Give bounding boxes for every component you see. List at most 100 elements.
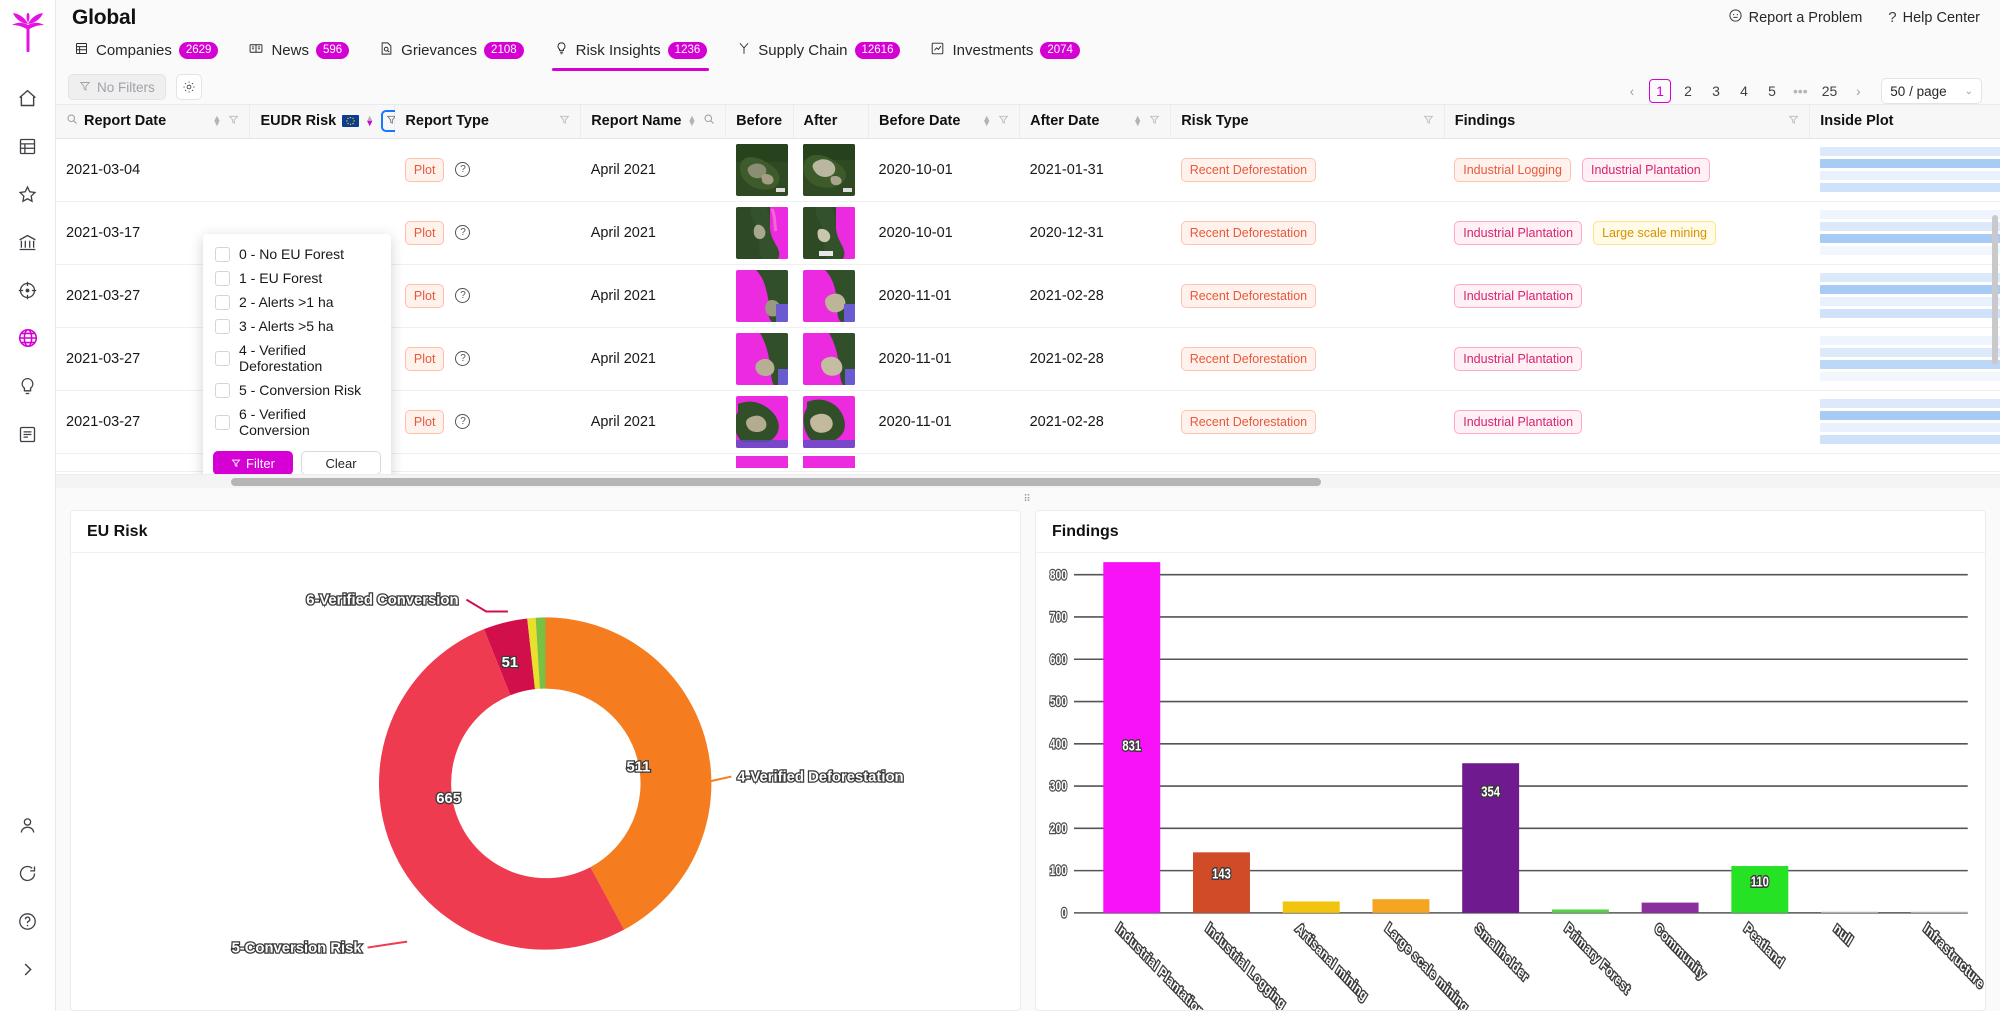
checkbox-icon[interactable] <box>215 294 230 310</box>
sidebar-item-location[interactable] <box>8 270 48 310</box>
bar-null[interactable] <box>1821 911 1879 913</box>
filter-option-1[interactable]: 1 - EU Forest <box>203 266 391 290</box>
sidebar-item-profile[interactable] <box>8 805 48 845</box>
col-after-date[interactable]: After Date ▲ ▼ <box>1019 105 1171 139</box>
bar-infrastructure[interactable] <box>1910 911 1968 913</box>
sidebar-item-home[interactable] <box>8 78 48 118</box>
bar-industrial-logging[interactable] <box>1193 852 1250 913</box>
bar-primary-forest[interactable] <box>1551 909 1609 913</box>
col-inside-plot[interactable]: Inside Plot <box>1809 105 2000 139</box>
filter-option-4[interactable]: 4 - Verified Deforestation <box>203 338 391 378</box>
cell-after-image[interactable] <box>793 327 869 391</box>
col-risk-type[interactable]: Risk Type <box>1170 105 1445 139</box>
page-3-button[interactable]: 3 <box>1705 79 1727 103</box>
page-ellipsis[interactable]: ••• <box>1789 79 1812 103</box>
checkbox-icon[interactable] <box>215 246 230 262</box>
cell-before-image[interactable] <box>725 201 793 265</box>
report-type-tag[interactable]: Plot <box>404 220 445 245</box>
cell-after-image[interactable] <box>793 390 869 454</box>
tab-companies[interactable]: Companies 2629 <box>72 36 220 71</box>
page-2-button[interactable]: 2 <box>1677 79 1699 103</box>
finding-tag[interactable]: Industrial Plantation <box>1454 346 1583 371</box>
checkbox-icon[interactable] <box>215 350 230 366</box>
finding-tag[interactable]: Large scale mining <box>1593 220 1716 245</box>
page-1-button[interactable]: 1 <box>1649 79 1671 103</box>
col-before[interactable]: Before <box>725 105 793 139</box>
bar-artisanal-mining[interactable] <box>1282 901 1340 913</box>
risk-type-tag[interactable]: Recent Deforestation <box>1180 409 1317 434</box>
filter-icon[interactable] <box>1423 113 1434 129</box>
col-report-date[interactable]: Report Date ▲ ▼ <box>56 105 250 139</box>
checkbox-icon[interactable] <box>215 414 230 430</box>
col-eudr-risk[interactable]: EUDR Risk ▲ ▼ <box>249 105 403 139</box>
clear-filter-button[interactable]: Clear <box>301 451 381 474</box>
no-filters-button[interactable]: No Filters <box>68 74 166 100</box>
tab-risk-insights[interactable]: Risk Insights 1236 <box>551 36 710 71</box>
palm-tree-logo[interactable] <box>8 10 48 56</box>
tab-news[interactable]: News 596 <box>246 36 351 71</box>
search-icon[interactable] <box>66 113 78 129</box>
panel-resize-handle[interactable]: ⠿ <box>56 488 2000 510</box>
sidebar-expand-button[interactable] <box>8 949 48 989</box>
risk-type-tag[interactable]: Recent Deforestation <box>1180 157 1317 182</box>
filter-option-5[interactable]: 5 - Conversion Risk <box>203 378 391 402</box>
sort-icon[interactable]: ▲ ▼ <box>687 114 696 128</box>
table-vertical-scrollbar[interactable] <box>1992 215 1998 365</box>
bar-large-scale-mining[interactable] <box>1372 899 1430 913</box>
sidebar-item-global[interactable] <box>8 318 48 358</box>
sidebar-item-reports[interactable] <box>8 414 48 454</box>
scrollbar-thumb[interactable] <box>231 478 1321 486</box>
gear-icon[interactable] <box>175 74 202 100</box>
col-report-name[interactable]: Report Name ▲ ▼ <box>580 105 726 139</box>
checkbox-icon[interactable] <box>215 382 230 398</box>
report-type-tag[interactable]: Plot <box>404 346 445 371</box>
col-after[interactable]: After <box>792 105 869 139</box>
sidebar-item-risk-insights[interactable] <box>8 366 48 406</box>
cell-after-image[interactable] <box>793 453 869 472</box>
table-row[interactable]: 2021-03-04 Plot ? April 2021 2020-10-01 … <box>56 138 2000 202</box>
filter-option-0[interactable]: 0 - No EU Forest <box>203 242 391 266</box>
finding-tag[interactable]: Industrial Logging <box>1454 157 1571 182</box>
help-icon[interactable]: ? <box>455 225 471 241</box>
sidebar-item-refresh[interactable] <box>8 853 48 893</box>
risk-type-tag[interactable]: Recent Deforestation <box>1180 283 1317 308</box>
sort-icon[interactable]: ▲ ▼ <box>213 114 222 128</box>
tab-investments[interactable]: Investments 2074 <box>928 36 1081 71</box>
bar-community[interactable] <box>1641 902 1699 913</box>
sort-icon[interactable]: ▲ ▼ <box>982 114 991 128</box>
report-type-tag[interactable]: Plot <box>404 283 445 308</box>
help-icon[interactable]: ? <box>455 162 471 178</box>
cell-after-image[interactable] <box>793 138 869 202</box>
help-center-button[interactable]: ? Help Center <box>1888 9 1980 26</box>
sidebar-item-favorites[interactable] <box>8 174 48 214</box>
tab-grievances[interactable]: Grievances 2108 <box>377 36 525 71</box>
cell-before-image[interactable] <box>725 264 793 328</box>
risk-type-tag[interactable]: Recent Deforestation <box>1180 346 1317 371</box>
filter-option-2[interactable]: 2 - Alerts >1 ha <box>203 290 391 314</box>
page-4-button[interactable]: 4 <box>1733 79 1755 103</box>
page-5-button[interactable]: 5 <box>1761 79 1783 103</box>
col-findings[interactable]: Findings <box>1443 105 1810 139</box>
filter-option-3[interactable]: 3 - Alerts >5 ha <box>203 314 391 338</box>
cell-after-image[interactable] <box>793 201 869 265</box>
sort-icon[interactable]: ▲ ▼ <box>1133 114 1142 128</box>
help-icon[interactable]: ? <box>455 414 471 430</box>
filter-icon[interactable] <box>1149 113 1160 129</box>
cell-before-image[interactable] <box>725 138 793 202</box>
cell-before-image[interactable] <box>725 390 793 454</box>
finding-tag[interactable]: Industrial Plantation <box>1454 283 1583 308</box>
report-type-tag[interactable]: Plot <box>404 409 445 434</box>
checkbox-icon[interactable] <box>215 318 230 334</box>
page-next-button[interactable]: › <box>1847 79 1869 103</box>
apply-filter-button[interactable]: Filter <box>213 451 293 474</box>
cell-before-image[interactable] <box>725 327 793 391</box>
sidebar-item-companies[interactable] <box>8 126 48 166</box>
report-problem-button[interactable]: Report a Problem <box>1728 8 1862 27</box>
filter-icon[interactable] <box>1788 113 1799 129</box>
tab-supply-chain[interactable]: Supply Chain 12616 <box>735 36 902 71</box>
cell-after-image[interactable] <box>793 264 869 328</box>
filter-icon[interactable] <box>228 113 239 129</box>
risk-type-tag[interactable]: Recent Deforestation <box>1180 220 1317 245</box>
page-last-button[interactable]: 25 <box>1818 79 1842 103</box>
sort-icon[interactable]: ▲ ▼ <box>365 114 374 128</box>
